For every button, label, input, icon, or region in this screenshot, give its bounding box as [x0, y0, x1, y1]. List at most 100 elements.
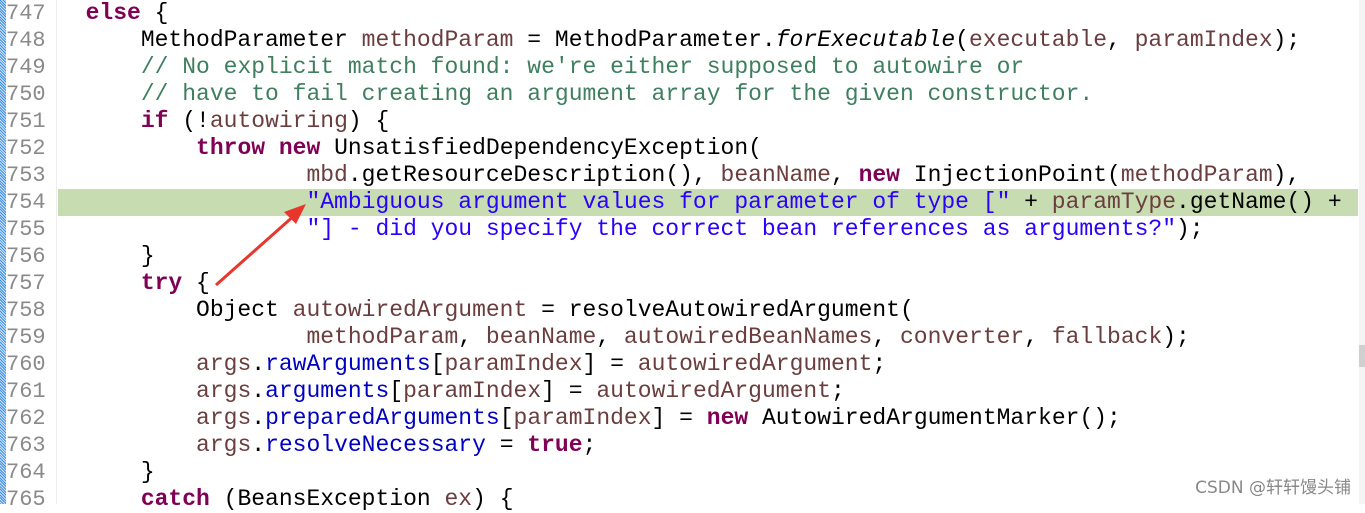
- code-text: mbd.getResourceDescription(), beanName, …: [58, 162, 1358, 189]
- token-variable: args: [196, 378, 252, 404]
- token-variable: paramIndex: [444, 351, 583, 377]
- code-text: args.resolveNecessary = true;: [58, 432, 1358, 459]
- line-number: 764: [6, 460, 46, 485]
- token-plain: ,: [830, 162, 859, 188]
- code-line[interactable]: 753 mbd.getResourceDescription(), beanNa…: [0, 162, 1358, 189]
- code-text: MethodParameter methodParam = MethodPara…: [58, 27, 1358, 54]
- line-number: 754: [6, 190, 46, 215]
- vertical-scrollbar[interactable]: [1359, 0, 1365, 504]
- code-line[interactable]: 750 // have to fail creating an argument…: [0, 81, 1358, 108]
- code-text: if (!autowiring) {: [58, 108, 1358, 135]
- code-line[interactable]: 759 methodParam, beanName, autowiredBean…: [0, 324, 1358, 351]
- code-line[interactable]: 748 MethodParameter methodParam = Method…: [0, 27, 1358, 54]
- token-variable: autowiredArgument: [292, 297, 528, 323]
- token-keyword: catch: [140, 486, 210, 512]
- code-line[interactable]: 758 Object autowiredArgument = resolveAu…: [0, 297, 1358, 324]
- line-number: 759: [6, 325, 46, 350]
- line-number: 756: [6, 244, 46, 269]
- code-line[interactable]: 751 if (!autowiring) {: [0, 108, 1358, 135]
- token-plain: ;: [582, 432, 597, 458]
- token-plain: (: [955, 27, 969, 53]
- token-plain: {: [182, 270, 210, 296]
- token-field: arguments: [265, 378, 390, 404]
- line-number: 765: [6, 487, 46, 512]
- token-plain: );: [1162, 324, 1190, 350]
- code-line[interactable]: 764 }: [0, 459, 1358, 486]
- token-field: rawArguments: [265, 351, 431, 377]
- token-variable: paramIndex: [513, 405, 652, 431]
- code-text: throw new UnsatisfiedDependencyException…: [58, 135, 1358, 162]
- code-text: }: [58, 459, 1358, 486]
- token-plain: (BeansException: [209, 486, 445, 512]
- code-line[interactable]: 755 "] - did you specify the correct bea…: [0, 216, 1358, 243]
- code-line[interactable]: 760 args.rawArguments[paramIndex] = auto…: [0, 351, 1358, 378]
- token-plain: Object: [58, 297, 293, 323]
- scrollbar-thumb[interactable]: [1359, 345, 1365, 367]
- code-line[interactable]: 765 catch (BeansException ex) {: [0, 486, 1358, 513]
- token-variable: args: [196, 405, 252, 431]
- code-line[interactable]: 761 args.arguments[paramIndex] = autowir…: [0, 378, 1358, 405]
- token-plain: ,: [458, 324, 486, 350]
- token-plain: ) {: [347, 108, 390, 134]
- code-text: catch (BeansException ex) {: [58, 486, 1358, 513]
- token-variable: ex: [444, 486, 473, 512]
- line-number: 762: [6, 406, 46, 431]
- token-plain: ;: [831, 378, 845, 404]
- code-text: args.arguments[paramIndex] = autowiredAr…: [58, 378, 1358, 405]
- code-text: methodParam, beanName, autowiredBeanName…: [58, 324, 1358, 351]
- token-plain: ,: [596, 324, 624, 350]
- token-keyword: if: [140, 108, 169, 134]
- token-method: forExecutable: [775, 27, 956, 53]
- token-plain: =: [485, 432, 528, 458]
- token-plain: }: [58, 459, 155, 485]
- token-plain: (!: [168, 108, 210, 134]
- token-plain: ) {: [472, 486, 514, 512]
- token-comment: // No explicit match found: we're either…: [140, 54, 1025, 80]
- token-variable: autowiredBeanNames: [623, 324, 873, 350]
- token-variable: beanName: [720, 162, 831, 188]
- token-variable: args: [196, 351, 252, 377]
- code-line[interactable]: 749 // No explicit match found: we're ei…: [0, 54, 1358, 81]
- token-plain: +: [1010, 189, 1052, 215]
- token-plain: {: [140, 0, 169, 26]
- token-plain: ,: [1024, 324, 1052, 350]
- token-plain: .: [251, 378, 266, 404]
- token-keyword: new: [858, 162, 900, 188]
- token-variable: autowiredArgument: [596, 378, 831, 404]
- code-line[interactable]: 754 "Ambiguous argument values for param…: [0, 189, 1358, 216]
- code-line[interactable]: 763 args.resolveNecessary = true;: [0, 432, 1358, 459]
- code-editor[interactable]: 747 else {748 MethodParameter methodPara…: [0, 0, 1365, 512]
- token-plain: );: [1176, 216, 1204, 242]
- token-keyword: new: [706, 405, 749, 431]
- token-variable: beanName: [485, 324, 597, 350]
- code-text: // have to fail creating an argument arr…: [58, 81, 1358, 108]
- token-keyword: throw: [196, 135, 266, 161]
- code-text: }: [58, 243, 1358, 270]
- token-variable: autowiring: [209, 108, 348, 134]
- code-line[interactable]: 756 }: [0, 243, 1358, 270]
- token-variable: args: [196, 432, 252, 458]
- code-line[interactable]: 762 args.preparedArguments[paramIndex] =…: [0, 405, 1358, 432]
- token-variable: methodParam: [306, 324, 459, 350]
- line-number: 749: [6, 55, 46, 80]
- code-line[interactable]: 747 else {: [0, 0, 1358, 27]
- code-line[interactable]: 752 throw new UnsatisfiedDependencyExcep…: [0, 135, 1358, 162]
- line-number: 748: [6, 28, 46, 53]
- token-variable: methodParam: [361, 27, 514, 53]
- token-plain: );: [1272, 27, 1301, 53]
- code-line[interactable]: 757 try {: [0, 270, 1358, 297]
- token-plain: ] =: [651, 405, 707, 431]
- code-text: // No explicit match found: we're either…: [58, 54, 1358, 81]
- token-plain: .getResourceDescription(),: [347, 162, 721, 188]
- token-plain: ] =: [541, 378, 597, 404]
- line-number: 757: [6, 271, 46, 296]
